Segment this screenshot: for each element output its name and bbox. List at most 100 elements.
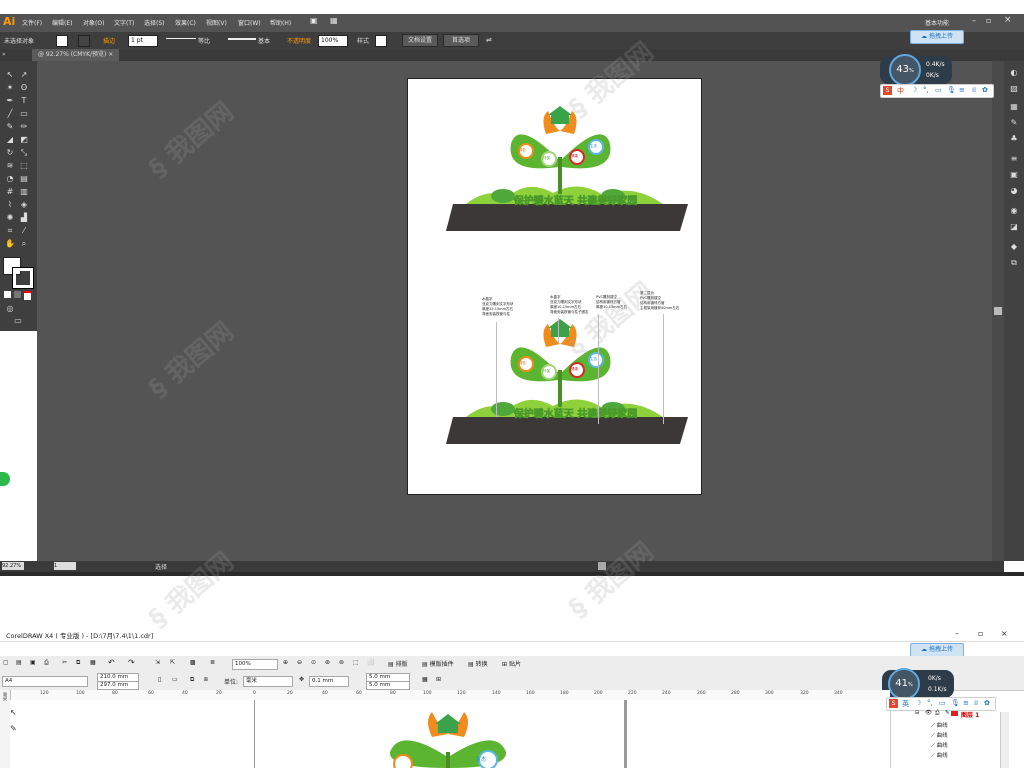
zoom-height-icon[interactable]: ⬜ (367, 659, 374, 666)
menu-edit[interactable]: 编辑(E) (52, 18, 72, 27)
rectangle-tool-icon[interactable]: ▭ (18, 108, 30, 120)
visibility-icon[interactable]: 👁 (925, 710, 932, 716)
docker-scrollbar[interactable] (1000, 712, 1009, 768)
units-select[interactable]: 毫米 (243, 676, 293, 687)
ime-keyboard-icon[interactable]: ▭ (935, 86, 942, 94)
close-icon[interactable]: × (1004, 15, 1012, 25)
artboard-nav-field[interactable]: 1 (54, 562, 76, 570)
perspective-grid-icon[interactable]: ▤ (18, 173, 30, 185)
ime-voice-icon[interactable]: 🎙 (951, 699, 960, 707)
shape-builder-icon[interactable]: ◔ (4, 173, 16, 185)
draw-mode-icon[interactable]: ◎ (4, 303, 16, 315)
ime-menu-icon[interactable]: ≡ (959, 86, 965, 94)
typeset-button[interactable]: ▤ 排版 (388, 659, 408, 668)
scale-tool-icon[interactable]: ⤡ (18, 147, 30, 159)
ime-moon-icon[interactable]: ☽ (915, 699, 921, 707)
object-row[interactable]: ⟋ 曲线 (931, 751, 948, 760)
app-launcher-icon[interactable]: ▩ (190, 659, 196, 666)
preferences-button[interactable]: 首选项 (443, 34, 479, 47)
patch-button[interactable]: ⊞ 贴片 (502, 659, 521, 668)
zoom-out-icon[interactable]: ⊖ (297, 659, 302, 666)
blob-brush-icon[interactable]: ◢ (4, 134, 16, 146)
import-icon[interactable]: ⇲ (155, 659, 160, 666)
magic-wand-icon[interactable]: ✶ (4, 82, 16, 94)
artboard-tool-icon[interactable]: ⌗ (4, 225, 16, 237)
brushes-icon[interactable]: ✎ (1008, 117, 1020, 129)
ime-settings-icon[interactable]: ✿ (982, 86, 988, 94)
eraser-tool-icon[interactable]: ◩ (18, 134, 30, 146)
menu-view[interactable]: 视图(V) (206, 18, 227, 27)
tab-close-icon[interactable]: × (108, 51, 113, 58)
object-row[interactable]: ⟋ 曲线 (931, 741, 948, 750)
symbol-sprayer-icon[interactable]: ✺ (4, 212, 16, 224)
current-page-icon[interactable]: ⧈ (204, 676, 208, 684)
eyedropper-icon[interactable]: ⌇ (4, 199, 16, 211)
menu-select[interactable]: 选择(S) (144, 18, 165, 27)
screen-mode-icon[interactable]: ▭ (12, 315, 24, 327)
stroke-color-swatch[interactable] (12, 267, 34, 289)
lasso-icon[interactable]: ʘ (18, 82, 30, 94)
object-row[interactable]: ⟋ 曲线 (931, 721, 948, 730)
network-monitor[interactable]: 41% 0K/s 0.1K/s (882, 668, 954, 700)
side-float-icon[interactable] (0, 472, 10, 486)
menu-object[interactable]: 对象(O) (83, 18, 104, 27)
ime-language[interactable]: 中 (897, 86, 904, 96)
landscape-icon[interactable]: ▭ (172, 676, 178, 683)
menu-help[interactable]: 帮助(H) (270, 18, 291, 27)
opacity-field[interactable]: 100% (318, 35, 348, 47)
zoom-page-icon[interactable]: ⊚ (339, 659, 344, 666)
layer-name[interactable]: 图层 1 (961, 710, 979, 719)
opacity-label[interactable]: 不透明度 (287, 36, 311, 45)
color-guide-icon[interactable]: ▨ (1008, 83, 1020, 95)
ime-toolbar[interactable]: S 中 ☽ °, ▭ 🎙 ≡ ♕ ✿ (880, 84, 994, 98)
restore-icon[interactable]: ▫ (986, 16, 991, 25)
paintbrush-tool-icon[interactable]: ✎ (4, 121, 16, 133)
stroke-weight-field[interactable]: 1 pt (128, 35, 158, 47)
mesh-tool-icon[interactable]: # (4, 186, 16, 198)
color-mode-icon[interactable] (4, 291, 11, 298)
swatches-icon[interactable]: ▦ (1008, 101, 1020, 113)
direct-selection-tool-icon[interactable]: ↗ (18, 69, 30, 81)
duplicate-y-field[interactable]: 5.0 mm (366, 681, 410, 690)
print-layer-icon[interactable]: ⎙ (935, 710, 939, 717)
vertical-scrollbar[interactable] (992, 61, 1004, 561)
zoom-all-icon[interactable]: ⊛ (325, 659, 330, 666)
welcome-icon[interactable]: ≣ (210, 659, 215, 666)
zoom-in-icon[interactable]: ⊕ (283, 659, 288, 666)
ime-voice-icon[interactable]: 🎙 (947, 86, 956, 94)
new-icon[interactable]: ▢ (3, 659, 9, 666)
stroke-swatch[interactable] (78, 35, 90, 47)
ime-skin-icon[interactable]: ♕ (971, 86, 977, 94)
symbols-icon[interactable]: ♣ (1008, 133, 1020, 145)
minimize-icon[interactable]: – (972, 16, 976, 25)
document-setup-button[interactable]: 文档设置 (402, 34, 438, 47)
cd-restore-icon[interactable]: ▫ (978, 629, 983, 638)
hand-tool-icon[interactable]: ✋ (4, 238, 16, 250)
menu-effect[interactable]: 效果(C) (175, 18, 196, 27)
gradient-tool-icon[interactable]: ▥ (18, 186, 30, 198)
layers-icon[interactable]: ◆ (1008, 241, 1020, 253)
drag-upload-button[interactable]: ☁ 拖拽上传 (910, 30, 964, 44)
zoom-width-icon[interactable]: ⬚ (353, 659, 359, 666)
ime-toolbar[interactable]: S 英 ☽ °, ▭ 🎙 ≡ ♕ ✿ (886, 697, 996, 711)
workspace-switcher[interactable]: 基本功能 (925, 18, 949, 27)
artboards-icon[interactable]: ⧉ (1008, 257, 1020, 269)
gradient-mode-icon[interactable] (14, 291, 21, 298)
profile-dropdown[interactable]: 等比 (198, 36, 210, 45)
document-tab[interactable]: @ 92.27% (CMYK/预览) × (32, 49, 120, 61)
bridge-icon[interactable]: ▣ (310, 16, 318, 25)
zoom-level-select[interactable]: 100% (232, 659, 278, 670)
arrange-documents-icon[interactable]: ▦ (330, 16, 338, 25)
cd-minimize-icon[interactable]: – (955, 629, 959, 638)
slice-tool-icon[interactable]: ⁄ (18, 225, 30, 237)
lock-layer-icon[interactable]: ✎ (945, 710, 950, 716)
open-icon[interactable]: ▤ (16, 659, 22, 666)
object-row[interactable]: ⟋ 曲线 (931, 731, 948, 740)
fill-swatch[interactable] (56, 35, 68, 47)
zoom-field[interactable]: 92.27% (2, 562, 24, 570)
shape-tool-icon[interactable]: ✎ (10, 724, 17, 733)
all-pages-icon[interactable]: ⧉ (190, 676, 194, 684)
panel-collapse-icon[interactable]: » (2, 51, 6, 58)
gradient-panel-icon[interactable]: ▣ (1008, 169, 1020, 181)
stroke-panel-icon[interactable]: ≡ (1008, 153, 1020, 165)
